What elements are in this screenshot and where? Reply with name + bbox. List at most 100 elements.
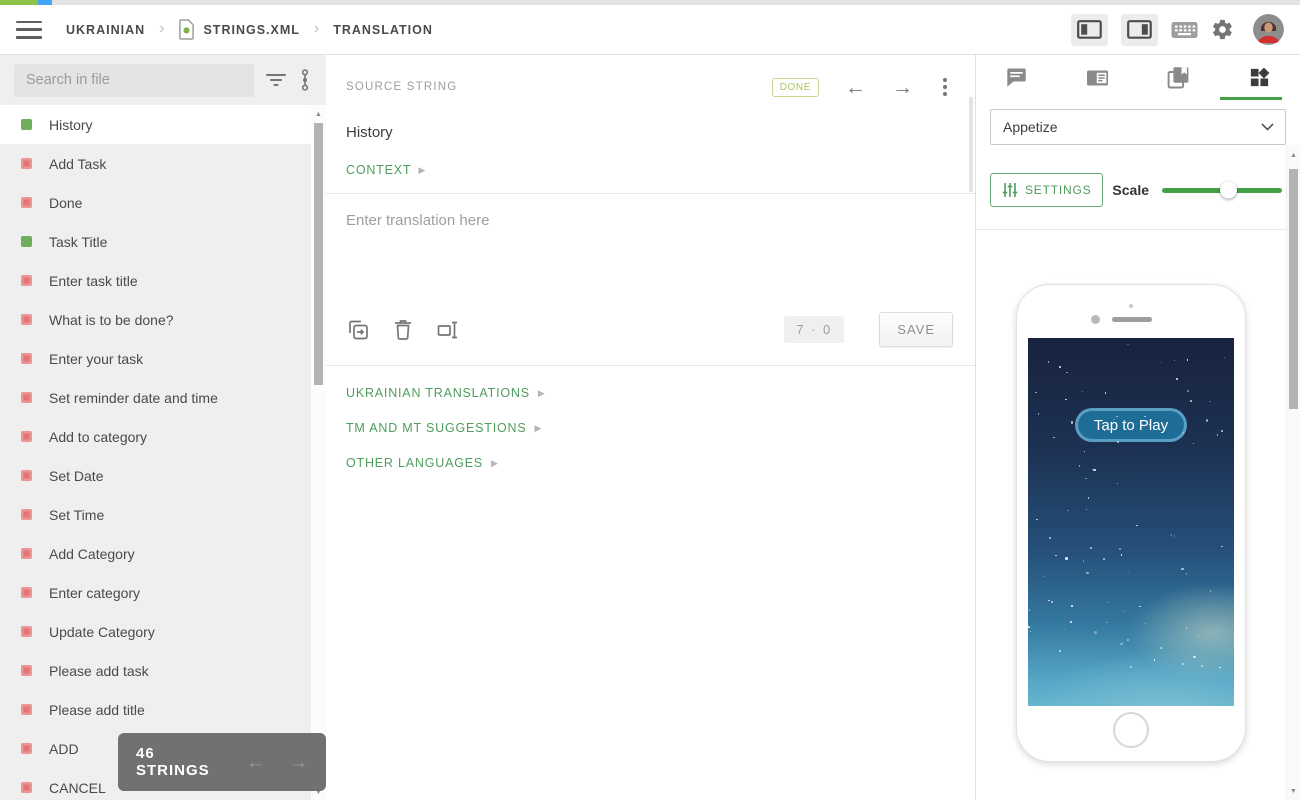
scrollbar-thumb[interactable]	[314, 123, 323, 385]
breadcrumb-language[interactable]: UKRAINIAN	[66, 23, 145, 37]
list-item[interactable]: Set Date	[0, 456, 311, 495]
star-decoration	[1105, 392, 1107, 394]
scrollbar-thumb[interactable]	[1289, 169, 1298, 409]
star-decoration	[1139, 606, 1141, 608]
list-item[interactable]: Add to category	[0, 417, 311, 456]
filter-button[interactable]	[266, 73, 286, 87]
string-label: Set reminder date and time	[49, 390, 218, 406]
star-decoration	[1086, 509, 1088, 511]
star-decoration	[1094, 631, 1097, 634]
strings-count-label: 46 STRINGS	[136, 745, 222, 779]
toggle-right-panel-button[interactable]	[1121, 14, 1158, 46]
keyboard-shortcuts-button[interactable]	[1171, 21, 1198, 39]
glossary-icon	[1167, 66, 1190, 89]
list-item[interactable]: Add Category	[0, 534, 311, 573]
copy-source-button[interactable]	[346, 318, 370, 342]
star-decoration	[1086, 572, 1089, 575]
star-decoration	[1186, 573, 1188, 575]
save-button[interactable]: SAVE	[879, 312, 953, 347]
star-decoration	[1084, 451, 1086, 453]
clear-translation-button[interactable]	[392, 318, 414, 342]
collapse-arrow-icon: ▶	[534, 423, 541, 434]
breadcrumb-file[interactable]: STRINGS.XML	[178, 19, 299, 40]
star-decoration	[1070, 621, 1072, 623]
list-item[interactable]: Set reminder date and time	[0, 378, 311, 417]
status-square-icon	[21, 392, 32, 403]
scale-slider[interactable]	[1162, 188, 1282, 193]
tab-translation-memory[interactable]	[1057, 55, 1138, 100]
settings-button-label: SETTINGS	[1025, 183, 1091, 197]
string-label: Update Category	[49, 624, 155, 640]
scroll-down-icon[interactable]: ▼	[1287, 788, 1300, 795]
list-item[interactable]: Done	[0, 183, 311, 222]
scroll-up-icon[interactable]: ▲	[1287, 152, 1300, 159]
prev-page-arrow-icon[interactable]: ←	[246, 753, 265, 772]
preview-settings-button[interactable]: SETTINGS	[990, 173, 1103, 207]
star-decoration	[1038, 413, 1040, 415]
list-item[interactable]: Set Time	[0, 495, 311, 534]
string-label: Enter category	[49, 585, 140, 601]
star-decoration	[1193, 656, 1196, 659]
tap-to-play-button[interactable]: Tap to Play	[1075, 408, 1187, 442]
preview-service-select[interactable]: Appetize	[990, 109, 1286, 145]
star-decoration	[1136, 525, 1138, 527]
section-label: UKRAINIAN TRANSLATIONS	[346, 386, 530, 400]
string-label: Add Task	[49, 156, 106, 172]
device-select-row: Appetize	[976, 100, 1300, 153]
star-decoration	[1055, 555, 1057, 557]
source-string-label: SOURCE STRING	[346, 81, 457, 93]
context-toggle[interactable]: CONTEXT ▶	[326, 141, 975, 193]
sidebar-scrollbar[interactable]: ▲ ▼	[311, 105, 326, 800]
tab-terms[interactable]	[1138, 55, 1219, 100]
scale-slider-thumb[interactable]	[1220, 182, 1237, 199]
list-item[interactable]: Enter task title	[0, 261, 311, 300]
star-decoration	[1221, 430, 1224, 433]
breadcrumb: UKRAINIAN › STRINGS.XML › TRANSLATION	[66, 19, 433, 40]
list-item[interactable]: Enter your task	[0, 339, 311, 378]
star-decoration	[1187, 359, 1189, 361]
status-square-icon	[21, 548, 32, 559]
list-item[interactable]: Update Category	[0, 612, 311, 651]
status-square-icon	[21, 314, 32, 325]
select-text-button[interactable]	[436, 318, 460, 342]
status-square-icon	[21, 119, 32, 130]
scroll-up-icon[interactable]: ▲	[311, 111, 326, 118]
star-decoration	[1085, 478, 1087, 480]
section-label: TM AND MT SUGGESTIONS	[346, 421, 526, 435]
search-input[interactable]	[14, 64, 254, 97]
star-decoration	[1030, 631, 1032, 633]
next-page-arrow-icon[interactable]: →	[289, 753, 308, 772]
menu-icon[interactable]	[16, 21, 42, 39]
list-item[interactable]: History	[0, 105, 311, 144]
tab-apps[interactable]	[1219, 55, 1300, 100]
section-tm-mt-suggestions[interactable]: TM AND MT SUGGESTIONS ▶	[346, 421, 955, 435]
preview-scrollbar[interactable]: ▲ ▼	[1286, 145, 1300, 800]
more-options-icon[interactable]	[939, 76, 951, 98]
star-decoration	[1117, 483, 1119, 485]
list-item[interactable]: Task Title	[0, 222, 311, 261]
section-ukrainian-translations[interactable]: UKRAINIAN TRANSLATIONS ▶	[346, 386, 955, 400]
toggle-left-panel-button[interactable]	[1071, 14, 1108, 46]
collapse-arrow-icon: ▶	[491, 458, 498, 469]
editor-scrollbar-thumb[interactable]	[969, 97, 973, 192]
string-order-button[interactable]	[298, 69, 312, 91]
list-item[interactable]: What is to be done?	[0, 300, 311, 339]
translation-toolbar: 7 · 0 SAVE	[326, 306, 975, 365]
list-item[interactable]: Add Task	[0, 144, 311, 183]
previous-string-button[interactable]: ←	[845, 77, 866, 98]
star-decoration	[1186, 627, 1188, 629]
string-label: History	[49, 117, 93, 133]
star-decoration	[1182, 663, 1184, 665]
translation-input[interactable]	[326, 194, 975, 306]
list-item[interactable]: Please add title	[0, 690, 311, 729]
avatar[interactable]	[1253, 14, 1284, 45]
section-other-languages[interactable]: OTHER LANGUAGES ▶	[346, 456, 955, 470]
next-string-button[interactable]: →	[892, 77, 913, 98]
section-label: OTHER LANGUAGES	[346, 456, 483, 470]
tab-comments[interactable]	[976, 55, 1057, 100]
list-item[interactable]: Please add task	[0, 651, 311, 690]
keyboard-icon	[1171, 21, 1198, 39]
list-item[interactable]: Enter category	[0, 573, 311, 612]
settings-button[interactable]	[1211, 18, 1234, 41]
left-panel-icon	[1077, 20, 1102, 39]
